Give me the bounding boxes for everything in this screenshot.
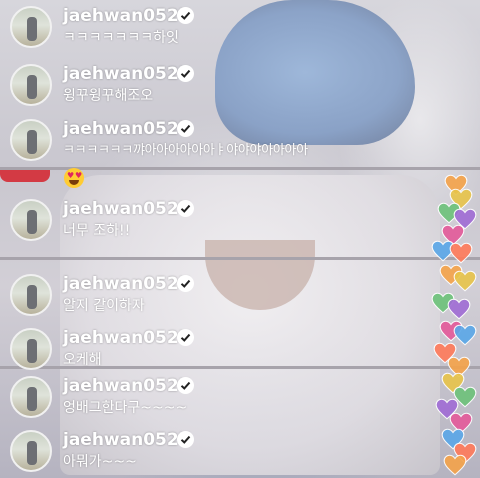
verified-badge-icon [177, 200, 194, 217]
comment-text: 엉배그한다구~~~~ [63, 400, 188, 416]
heart-eyes-emoji-icon: ♥ ♥ [64, 168, 84, 188]
comment-username[interactable]: jaehwan0527 [63, 376, 191, 396]
red-object [0, 168, 50, 182]
verified-badge-icon [177, 120, 194, 137]
comment-text: 윙꾸윙꾸해조오 [63, 88, 154, 104]
comment-text: 오케해 [63, 352, 102, 368]
avatar[interactable] [10, 376, 52, 418]
avatar[interactable] [10, 64, 52, 106]
comment-username[interactable]: jaehwan0527 [63, 274, 191, 294]
comment-username[interactable]: jaehwan0527 [63, 199, 191, 219]
avatar[interactable] [10, 199, 52, 241]
comment-text: 알지 같이하자 [63, 298, 145, 314]
heart-icon [443, 454, 467, 476]
comment-text: ㅋㅋㅋㅋㅋㅋㅋ하잇 [63, 30, 179, 46]
verified-badge-icon [177, 65, 194, 82]
comment-username[interactable]: jaehwan0527 [63, 6, 191, 26]
comment-text: ㅋㅋㅋㅋㅋㅋ꺄아아아아아아ㅑ야야야아아아아 [63, 143, 308, 158]
comment-username[interactable]: jaehwan0527 [63, 430, 191, 450]
whale-plush-toy [215, 0, 415, 145]
verified-badge-icon [177, 431, 194, 448]
avatar[interactable] [10, 6, 52, 48]
verified-badge-icon [177, 329, 194, 346]
screenshot-divider [0, 257, 480, 260]
comment-text: 너무 조하!! [63, 223, 131, 239]
comment-text: 아뭐가~~~ [63, 454, 137, 470]
avatar[interactable] [10, 430, 52, 472]
verified-badge-icon [177, 275, 194, 292]
avatar[interactable] [10, 274, 52, 316]
avatar[interactable] [10, 119, 52, 161]
comment-username[interactable]: jaehwan0527 [63, 64, 191, 84]
comment-username[interactable]: jaehwan0527 [63, 328, 191, 348]
verified-badge-icon [177, 7, 194, 24]
verified-badge-icon [177, 377, 194, 394]
comment-username[interactable]: jaehwan0527 [63, 119, 191, 139]
avatar[interactable] [10, 328, 52, 370]
